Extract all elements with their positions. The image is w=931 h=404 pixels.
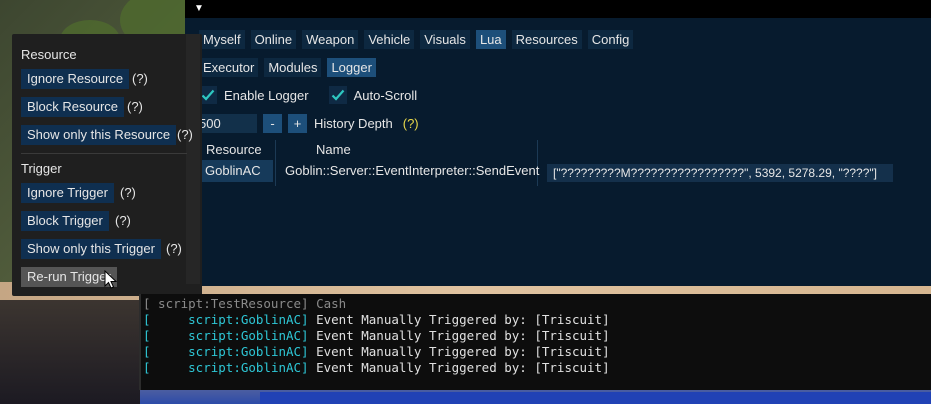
checkmark-icon	[331, 89, 344, 101]
show-only-resource-button[interactable]: Show only this Resource	[21, 125, 177, 145]
game-scene-shadow	[0, 300, 140, 404]
tab-online[interactable]: Online	[250, 30, 297, 49]
enable-logger-row: Enable Logger Auto-Scroll	[199, 86, 417, 104]
ignore-trigger-button[interactable]: Ignore Trigger	[21, 183, 114, 203]
auto-scroll-checkbox[interactable]	[328, 86, 347, 104]
popup-trigger-header: Trigger	[21, 161, 62, 176]
console-line: [ script:GoblinAC] Event Manually Trigge…	[143, 344, 610, 359]
history-help-icon[interactable]: (?)	[403, 116, 419, 131]
main-tab-bar: Myself Online Weapon Vehicle Visuals Lua…	[199, 30, 634, 49]
block-trigger-button[interactable]: Block Trigger	[21, 211, 109, 231]
rerun-trigger-button[interactable]: Re-run Trigger	[21, 267, 117, 287]
tab-config[interactable]: Config	[587, 30, 634, 49]
history-decrement-button[interactable]: -	[263, 114, 282, 133]
subtab-executor[interactable]: Executor	[199, 58, 259, 77]
block-resource-button[interactable]: Block Resource	[21, 97, 125, 117]
popup-scrollbar[interactable]	[186, 34, 200, 284]
column-header-name: Name	[316, 142, 351, 157]
row-args-field[interactable]: ["?????????M?????????????????", 5392, 52…	[547, 164, 893, 182]
mouse-cursor-icon	[104, 270, 118, 289]
auto-scroll-label: Auto-Scroll	[353, 87, 418, 103]
row-resource-cell[interactable]: GoblinAC	[199, 160, 273, 182]
ignore-trigger-help[interactable]: (?)	[120, 185, 136, 200]
row-name-cell[interactable]: Goblin::Server::EventInterpreter::SendEv…	[285, 163, 539, 178]
context-popup: Resource Ignore Resource (?) Block Resou…	[12, 34, 202, 296]
lua-sub-tab-bar: Executor Modules Logger	[199, 58, 376, 77]
show-only-trigger-button[interactable]: Show only this Trigger	[21, 239, 161, 259]
ignore-resource-help[interactable]: (?)	[132, 71, 148, 86]
tab-visuals[interactable]: Visuals	[420, 30, 470, 49]
subtab-logger[interactable]: Logger	[327, 58, 376, 77]
column-divider[interactable]	[275, 140, 276, 186]
window-title-bar[interactable]: ▼	[185, 0, 931, 18]
history-depth-row: 500 - + History Depth (?)	[199, 114, 419, 133]
tab-resources[interactable]: Resources	[511, 30, 582, 49]
enable-logger-label: Enable Logger	[224, 87, 309, 103]
game-scene-water	[260, 392, 931, 404]
tab-vehicle[interactable]: Vehicle	[364, 30, 415, 49]
history-depth-input[interactable]: 500	[199, 114, 257, 133]
history-depth-label: History Depth	[314, 116, 393, 131]
tab-myself[interactable]: Myself	[199, 30, 245, 49]
console-output: [ script:TestResource] Cash [ script:Gob…	[139, 294, 931, 390]
menu-window: ▼ Myself Online Weapon Vehicle Visuals L…	[185, 0, 931, 286]
ignore-resource-button[interactable]: Ignore Resource	[21, 69, 130, 89]
console-line: [ script:GoblinAC] Event Manually Trigge…	[143, 312, 610, 327]
history-increment-button[interactable]: +	[288, 114, 307, 133]
console-line: [ script:GoblinAC] Event Manually Trigge…	[143, 328, 610, 343]
block-trigger-help[interactable]: (?)	[115, 213, 131, 228]
show-only-trigger-help[interactable]: (?)	[166, 241, 182, 256]
checkmark-icon	[201, 89, 215, 101]
tab-lua[interactable]: Lua	[475, 30, 506, 49]
tab-weapon[interactable]: Weapon	[302, 30, 359, 49]
collapse-arrow-icon[interactable]: ▼	[194, 3, 204, 14]
console-line: [ script:GoblinAC] Event Manually Trigge…	[143, 360, 610, 375]
logger-table: Resource Name GoblinAC Goblin::Server::E…	[199, 140, 924, 186]
column-header-resource: Resource	[206, 142, 262, 157]
popup-resource-header: Resource	[21, 47, 77, 62]
show-only-resource-help[interactable]: (?)	[177, 127, 193, 142]
subtab-modules[interactable]: Modules	[264, 58, 322, 77]
popup-separator	[21, 153, 187, 154]
block-resource-help[interactable]: (?)	[127, 99, 143, 114]
console-partial-line: [ script:TestResource] Cash	[143, 296, 347, 311]
